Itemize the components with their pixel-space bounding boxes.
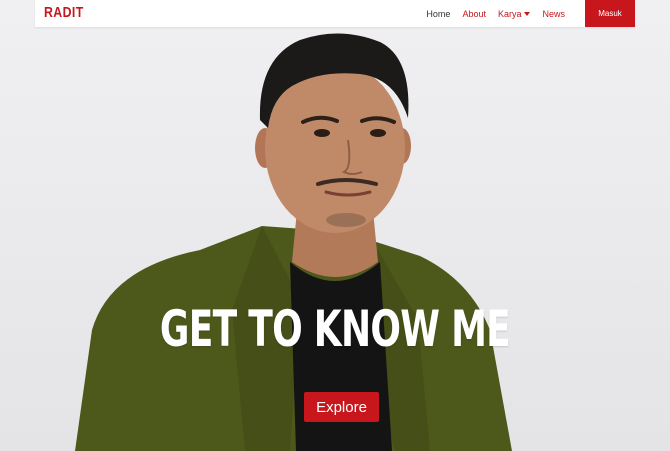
hero-portrait-image	[75, 33, 512, 451]
nav-karya-label: Karya	[497, 8, 522, 19]
nav-karya-dropdown[interactable]: Karya	[498, 9, 531, 19]
nav-home-link[interactable]: Home	[426, 9, 450, 19]
nav-links: Home About Karya News Masuk	[426, 0, 635, 27]
caret-down-icon	[524, 11, 531, 16]
navbar: RADIT Home About Karya News Masuk	[35, 0, 635, 27]
login-button[interactable]: Masuk	[585, 0, 635, 27]
page: RADIT Home About Karya News Masuk GET TO…	[0, 0, 670, 451]
brand-logo[interactable]: RADIT	[44, 4, 84, 21]
nav-news-link[interactable]: News	[542, 9, 565, 19]
explore-button[interactable]: Explore	[304, 392, 379, 422]
hero-title: GET TO KNOW ME	[159, 300, 511, 358]
nav-about-link[interactable]: About	[462, 9, 486, 19]
